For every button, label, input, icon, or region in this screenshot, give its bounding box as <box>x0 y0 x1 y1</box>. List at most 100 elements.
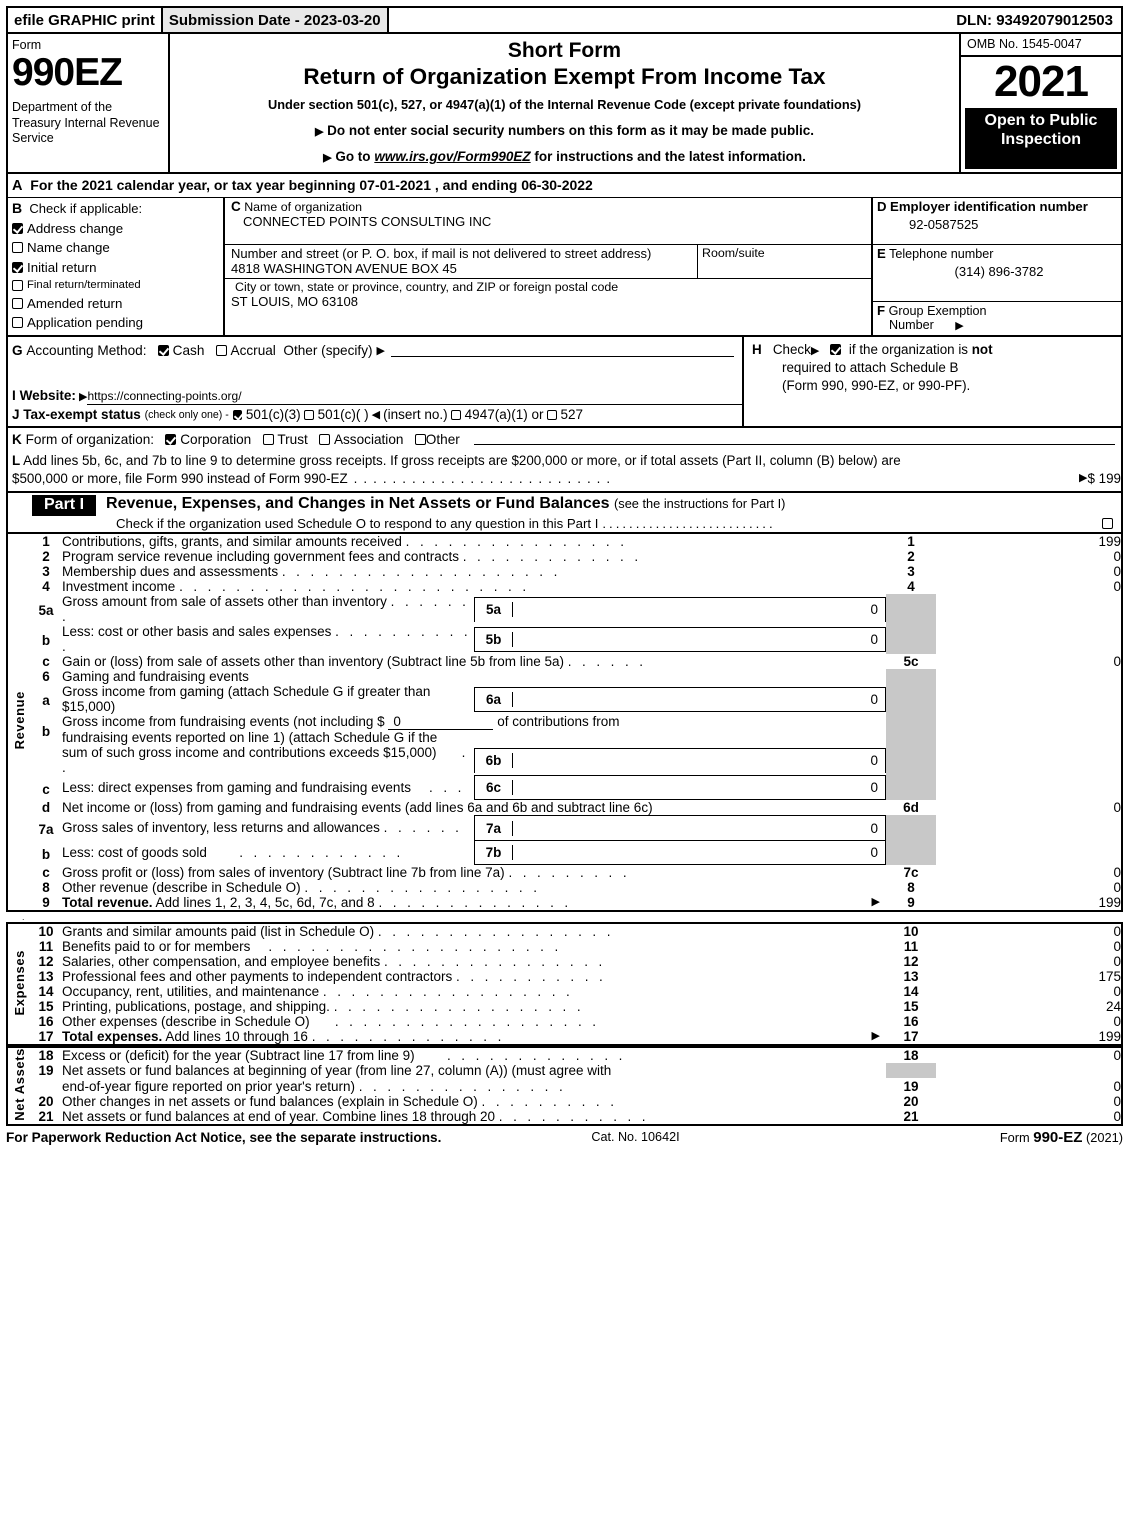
checkbox-icon-527[interactable] <box>547 410 557 420</box>
subfield-value-7b[interactable]: 0 <box>513 845 885 860</box>
section-g-accounting-method: G Accounting Method: Cash Accrual Other … <box>12 343 742 358</box>
org-street-value: 4818 WASHINGTON AVENUE BOX 45 <box>231 261 457 277</box>
dot-leader-r3: . . . . . . . . . . . . . . . . . . . . <box>281 564 561 580</box>
row-num-19: 19 <box>38 1063 54 1079</box>
tax-year: 2021 <box>994 57 1089 106</box>
dot-leader-e12: . . . . . . . . . . . . . . . . <box>383 954 606 970</box>
accounting-other-input[interactable] <box>391 345 734 357</box>
checkbox-initial-return[interactable]: Initial return <box>12 260 223 275</box>
row-amount-18: 0 <box>1113 1048 1121 1064</box>
section-e-letter: E <box>877 246 886 262</box>
row-code-11: 11 <box>903 939 919 955</box>
row-desc-6b-text: Gross income from fundraising events (no… <box>62 714 385 730</box>
checkbox-name-change[interactable]: Name change <box>12 240 223 255</box>
row-amount-14: 0 <box>1113 984 1121 1000</box>
checkbox-icon-address-change[interactable] <box>12 222 23 234</box>
row-desc-1: Contributions, gifts, grants, and simila… <box>62 534 886 549</box>
row-desc-3: Membership dues and assessments . . . . … <box>62 564 886 579</box>
row-desc-13-text: Professional fees and other payments to … <box>62 969 453 985</box>
dot-leader-r2: . . . . . . . . . . . . . <box>462 549 642 565</box>
checkbox-icon-application-pending[interactable] <box>12 317 23 329</box>
row-amount-19: 0 <box>1113 1078 1121 1094</box>
row-desc-5c: Gain or (loss) from sale of assets other… <box>62 654 886 669</box>
checkbox-icon-amended-return[interactable] <box>12 297 23 309</box>
row-num-1: 1 <box>42 534 50 550</box>
row-amount-17: 199 <box>1098 1029 1121 1045</box>
row-desc-18: Excess or (deficit) for the year (Subtra… <box>62 1048 886 1063</box>
row-amount-7c: 0 <box>1113 865 1121 881</box>
form-word-label: Form <box>12 38 42 52</box>
checkbox-icon-other-org[interactable] <box>414 434 426 446</box>
irs-form-link[interactable]: www.irs.gov/Form990EZ <box>374 149 530 164</box>
section-a-tax-year: A For the 2021 calendar year, or tax yea… <box>6 174 1123 198</box>
checkbox-icon-schedule-o[interactable] <box>1102 518 1113 530</box>
row-desc-2: Program service revenue including govern… <box>62 549 886 564</box>
checkbox-icon-corporation[interactable] <box>165 434 177 446</box>
section-g-label: Accounting Method: <box>26 343 147 359</box>
form-990ez-page: efile GRAPHIC print Submission Date - 20… <box>0 6 1129 1531</box>
fundraising-contributions-input[interactable]: 0 <box>388 714 494 731</box>
subfield-code-6c: 6c <box>475 780 513 796</box>
department-label: Department of the Treasury Internal Reve… <box>12 100 160 145</box>
subfield-value-5a[interactable]: 0 <box>513 602 885 617</box>
row-code-16: 16 <box>903 1014 919 1030</box>
row-num-13: 13 <box>38 969 54 985</box>
checkbox-amended-return[interactable]: Amended return <box>12 296 223 311</box>
subfield-value-6b[interactable]: 0 <box>513 753 885 768</box>
part1-title-wrap: Revenue, Expenses, and Changes in Net As… <box>106 495 785 513</box>
row-desc-6: Gaming and fundraising events <box>62 669 249 685</box>
dot-leader-e17: . . . . . . . . . . . . . . <box>311 1029 505 1045</box>
row-desc-19: Net assets or fund balances at beginning… <box>62 1063 612 1079</box>
gray-spacer-6bc <box>886 745 936 801</box>
checkbox-icon-schedule-b[interactable] <box>830 344 842 356</box>
section-k-form-of-organization: K Form of organization: Corporation Trus… <box>12 432 1121 447</box>
checkbox-application-pending[interactable]: Application pending <box>12 315 223 330</box>
dot-leader-n20: . . . . . . . . . . <box>481 1093 618 1109</box>
subfield-6b: 6b 0 <box>474 745 886 775</box>
part1-subtitle-row: Check if the organization used Schedule … <box>8 516 1121 531</box>
row-desc-5b-text: Less: cost or other basis and sales expe… <box>62 624 332 640</box>
checkbox-icon-final-return[interactable] <box>12 279 23 291</box>
dot-leader-e10: . . . . . . . . . . . . . . . . . <box>377 924 614 940</box>
subfield-value-6c[interactable]: 0 <box>513 780 885 795</box>
checkbox-icon-accrual[interactable] <box>215 345 227 357</box>
checkbox-icon-501c3[interactable] <box>232 410 243 420</box>
form-of-org-other-input[interactable] <box>473 434 1115 446</box>
row-amount-11: 0 <box>1113 939 1121 955</box>
row-num-17: 17 <box>38 1029 54 1045</box>
group-exemption-row: F Group Exemption Number ▶ <box>873 302 1121 335</box>
website-url-value[interactable]: https://connecting-points.org/ <box>87 389 742 406</box>
subfield-value-6a[interactable]: 0 <box>513 692 885 707</box>
checkbox-icon-initial-return[interactable] <box>12 261 23 273</box>
row-num-7c: c <box>42 865 50 881</box>
checkbox-icon-name-change[interactable] <box>12 242 23 254</box>
checkbox-address-change[interactable]: Address change <box>12 221 223 236</box>
checkbox-icon-501c[interactable] <box>304 410 314 420</box>
row-desc-16-text: Other expenses (describe in Schedule O) <box>62 1014 310 1030</box>
checkbox-icon-cash[interactable] <box>157 345 169 357</box>
row-amount-15: 24 <box>1105 999 1121 1015</box>
section-h-schedule-b: H Check▶ if the organization is not requ… <box>744 337 1121 426</box>
section-i-website: I Website: ▶ https://connecting-points.o… <box>12 388 742 406</box>
checkbox-icon-trust[interactable] <box>262 434 274 446</box>
arrow-right-icon: ▶ <box>314 126 324 139</box>
checkbox-icon-4947a1[interactable] <box>451 410 461 420</box>
org-city-caption: City or town, state or province, country… <box>235 280 619 295</box>
row-num-16: 16 <box>38 1014 54 1030</box>
checkbox-final-return[interactable]: Final return/terminated <box>12 279 223 291</box>
row-num-6b: b <box>41 724 51 740</box>
row-num-7a: 7a <box>38 821 54 837</box>
subfield-value-5b[interactable]: 0 <box>513 632 885 647</box>
row-desc-14: Occupancy, rent, utilities, and maintena… <box>62 984 886 999</box>
checkbox-icon-association[interactable] <box>319 434 331 446</box>
row-desc-17-bold: Total expenses. <box>62 1029 163 1045</box>
dot-leader-r5c: . . . . . . <box>567 654 647 670</box>
dot-leader-e15: . . . . . . . . . . . . . . . . . . <box>333 999 584 1015</box>
subfield-7a: 7a 0 <box>474 815 886 841</box>
org-roomsuite-cell: Room/suite <box>697 245 871 279</box>
row-desc-17: Total expenses. Add lines 10 through 16 … <box>62 1029 886 1044</box>
row-desc-13: Professional fees and other payments to … <box>62 969 886 984</box>
subfield-value-7a[interactable]: 0 <box>513 821 885 836</box>
dot-leader-r7b: . . . . . . . . . . . . <box>210 845 404 861</box>
phone-row: E Telephone number (314) 896-3782 <box>873 245 1121 303</box>
